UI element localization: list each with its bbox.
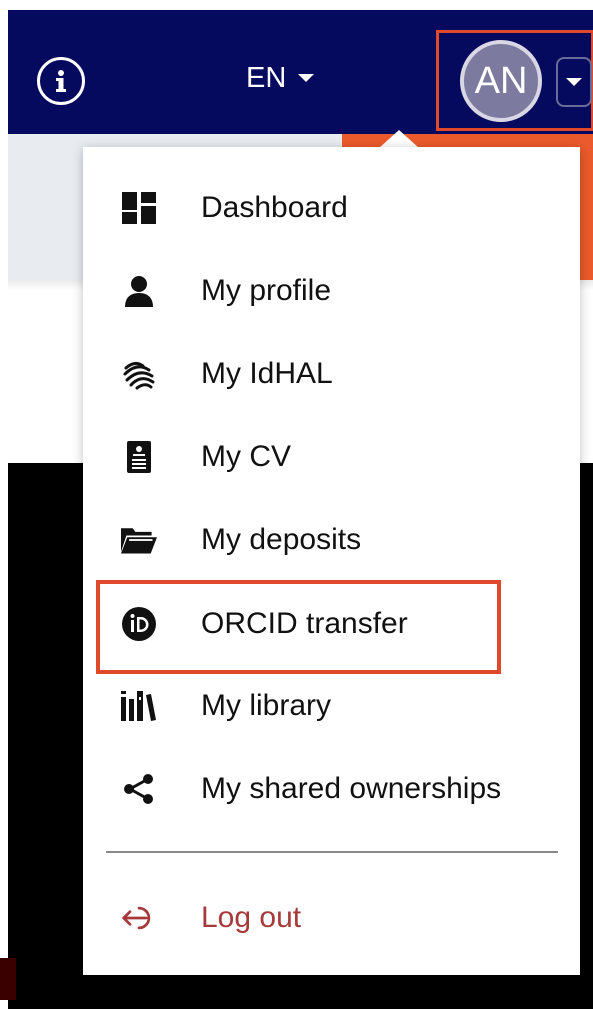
menu-item-my-library[interactable]: My library <box>83 676 580 736</box>
user-icon <box>121 273 157 309</box>
info-icon <box>56 70 66 92</box>
menu-item-my-shared-ownerships[interactable]: My shared ownerships <box>83 759 580 819</box>
menu-item-label: My library <box>201 689 332 722</box>
orcid-transfer-highlight <box>96 580 501 674</box>
language-label: EN <box>246 61 287 94</box>
menu-item-my-profile[interactable]: My profile <box>83 261 580 321</box>
top-navbar: EN AN <box>8 10 593 134</box>
user-dropdown-menu: Dashboard My profile My IdHAL My CV My d… <box>83 147 580 975</box>
menu-divider <box>106 851 558 853</box>
menu-item-my-idhal[interactable]: My IdHAL <box>83 344 580 404</box>
idhal-icon <box>121 356 157 392</box>
user-menu-area-highlight: AN <box>436 30 593 131</box>
menu-item-label: My shared ownerships <box>201 772 502 805</box>
menu-item-label: Log out <box>201 901 302 934</box>
user-menu-toggle[interactable] <box>556 57 592 107</box>
folder-open-icon <box>121 522 157 558</box>
chevron-down-icon <box>298 74 315 82</box>
menu-item-label: My deposits <box>201 523 362 556</box>
menu-item-dashboard[interactable]: Dashboard <box>83 178 580 238</box>
language-selector[interactable]: EN <box>246 60 315 96</box>
library-icon <box>121 688 157 724</box>
menu-item-label: My profile <box>201 274 332 307</box>
dashboard-icon <box>121 190 157 226</box>
sign-out-icon <box>121 900 157 936</box>
menu-item-label: My IdHAL <box>201 357 333 390</box>
menu-item-my-deposits[interactable]: My deposits <box>83 510 580 570</box>
avatar-initials: AN <box>474 59 528 102</box>
menu-item-log-out[interactable]: Log out <box>83 888 580 948</box>
avatar[interactable]: AN <box>460 40 542 122</box>
info-button[interactable] <box>37 57 85 105</box>
chevron-down-icon <box>566 78 582 86</box>
menu-item-label: My CV <box>201 440 291 473</box>
cv-icon <box>121 439 157 475</box>
menu-item-label: Dashboard <box>201 191 348 224</box>
share-icon <box>121 771 157 807</box>
dropdown-arrow <box>379 130 419 148</box>
menu-item-my-cv[interactable]: My CV <box>83 427 580 487</box>
background-edge <box>0 958 16 1000</box>
